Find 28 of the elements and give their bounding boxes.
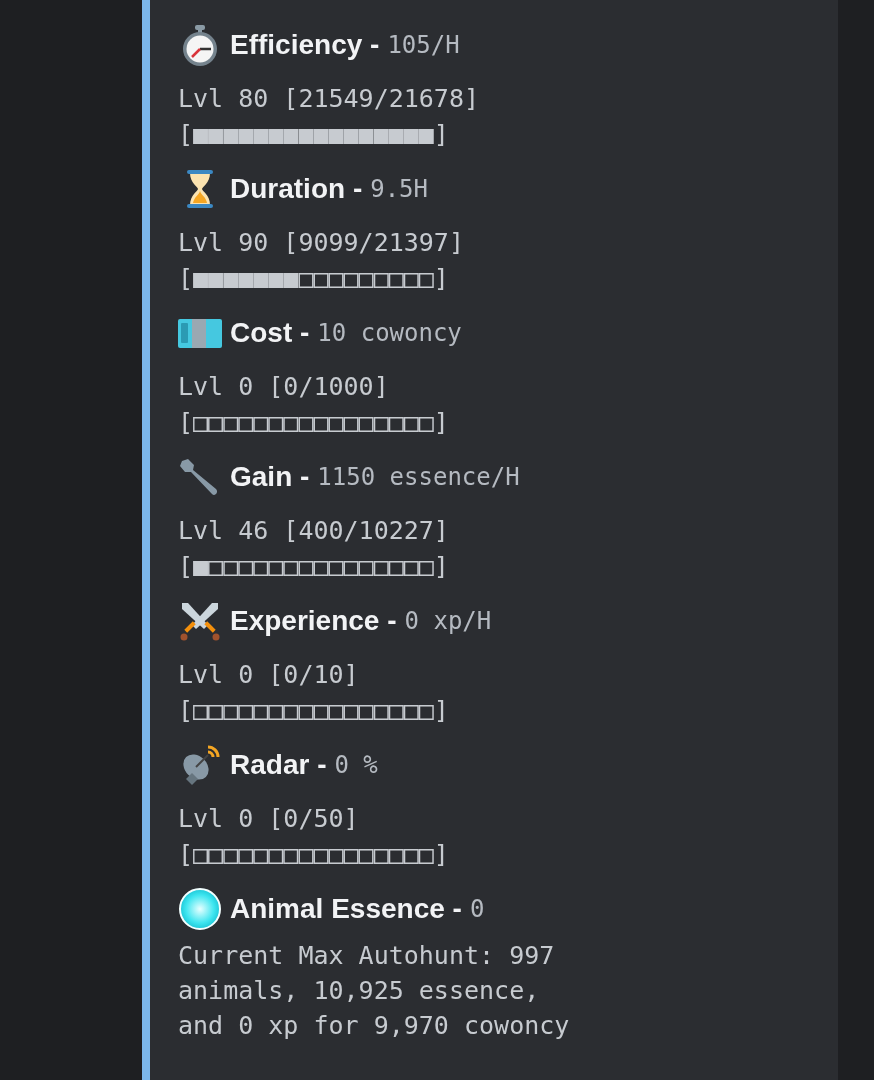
stat-title: Cost - [230,317,310,349]
progress-text: [□□□□□□□□□□□□□□□□] [178,695,450,727]
level-text: Lvl 46 [400/10227] [178,515,450,547]
progress-text: [■□□□□□□□□□□□□□□□] [178,551,450,583]
stat-value: 10 cowoncy [317,319,462,347]
level-text: Lvl 0 [0/50] [178,803,360,835]
progress-text: [■■■■■■■□□□□□□□□□] [178,263,450,295]
stat-value: 1150 essence/H [317,463,520,491]
level-text: Lvl 90 [9099/21397] [178,227,465,259]
progress-text: [□□□□□□□□□□□□□□□□] [178,407,450,439]
stat-value: 0 [469,895,485,923]
progress-text: [■■■■■■■■■■■■■■■■] [178,119,450,151]
level-text: Lvl 80 [21549/21678] [178,83,481,115]
stat-value: 0 xp/H [404,607,492,635]
stat-value: 0 % [334,751,378,779]
level-text: Lvl 0 [0/10] [178,659,360,691]
stat-title: Duration - [230,173,363,205]
stat-title: Animal Essence - [230,893,462,925]
level-text: Lvl 0 [0/1000] [178,371,390,403]
stat-title: Experience - [230,605,397,637]
stat-value: 9.5H [370,175,428,203]
glowing-orb-icon [178,887,222,931]
stat-title: Radar - [230,749,327,781]
stat-value: 105/H [387,31,460,59]
stat-title: Efficiency - [230,29,380,61]
stat-title: Gain - [230,461,310,493]
progress-text: [□□□□□□□□□□□□□□□□] [178,839,450,871]
description-text: Current Max Autohunt: 997 animals, 10,925 essence, and 0 xp for 9,970 cowoncy [178,940,571,1042]
